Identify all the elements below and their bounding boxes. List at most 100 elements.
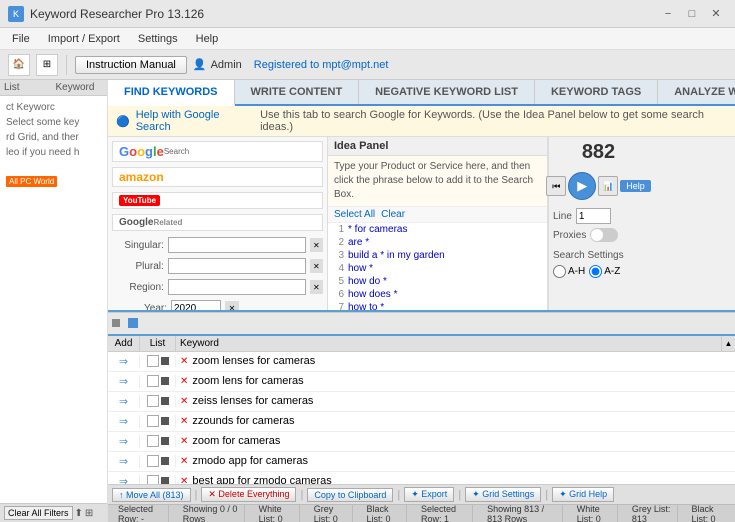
plural-clear-button[interactable]: ✕ [310,259,323,273]
google-related-engine[interactable]: GoogleRelated [112,214,323,231]
cell-add-2: ⇒ [108,395,140,408]
singular-input[interactable] [168,237,306,253]
mini-sq-4 [161,437,169,445]
cell-list-4 [140,435,176,447]
idea-line-1[interactable]: 1 * for cameras [328,223,547,236]
radio-a-h[interactable]: A-H [553,265,585,278]
tab-keyword-tags[interactable]: KEYWORD TAGS [535,80,658,104]
year-input[interactable] [171,300,221,310]
plural-field-row: Plural: ✕ [112,258,323,274]
tab-negative-keyword[interactable]: NEGATIVE KEYWORD LIST [359,80,535,104]
grid-icon-button[interactable]: ⊞ [36,54,58,76]
x-icon-2[interactable]: ✕ [180,396,188,407]
grid-settings-button[interactable]: ✦ Grid Settings [465,487,541,502]
tab-find-keywords[interactable]: FIND KEYWORDS [108,80,235,106]
x-icon-1[interactable]: ✕ [180,376,188,387]
menu-file[interactable]: File [4,31,38,47]
bar-chart-button[interactable]: 📊 [598,176,618,196]
add-arrow-2[interactable]: ⇒ [119,395,128,408]
select-all-link[interactable]: Select All [334,209,375,220]
export-button[interactable]: ✦ Export [404,487,454,502]
cell-list-3 [140,415,176,427]
title-bar-left: K Keyword Researcher Pro 13.126 [8,6,204,22]
x-icon-4[interactable]: ✕ [180,436,188,447]
line-num-4: 4 [328,263,348,274]
checkbox-0[interactable] [147,355,159,367]
checkbox-4[interactable] [147,435,159,447]
expand-icon[interactable]: ⬆ [75,508,83,519]
sidebar-content: ct Keyworc Select some key rd Grid, and … [0,96,107,503]
keyword-text-0: zoom lenses for cameras [192,355,315,367]
keyword-text-3: zzounds for cameras [192,415,294,427]
idea-line-6[interactable]: 6 how does * [328,288,547,301]
idea-line-3[interactable]: 3 build a * in my garden [328,249,547,262]
delete-everything-button[interactable]: ✕ Delete Everything [201,487,296,502]
add-arrow-1[interactable]: ⇒ [119,375,128,388]
add-arrow-5[interactable]: ⇒ [119,455,128,468]
checkbox-2[interactable] [147,395,159,407]
checkbox-3[interactable] [147,415,159,427]
close-button[interactable]: ✕ [705,6,727,22]
maximize-button[interactable]: □ [681,6,703,22]
tab-analyze-webpage[interactable]: ANALYZE WEBPAGE [658,80,735,104]
collapse-icon[interactable]: ⊞ [85,508,93,519]
plural-input[interactable] [168,258,306,274]
line-number-input[interactable] [576,208,611,224]
checkbox-6[interactable] [147,475,159,484]
cell-add-5: ⇒ [108,455,140,468]
clear-link[interactable]: Clear [381,209,405,220]
google-search-engine[interactable]: Google Search [112,141,323,162]
singular-clear-button[interactable]: ✕ [310,238,323,252]
amazon-engine[interactable]: amazon [112,167,323,187]
x-icon-5[interactable]: ✕ [180,456,188,467]
menu-import-export[interactable]: Import / Export [40,31,128,47]
add-arrow-4[interactable]: ⇒ [119,435,128,448]
region-field-row: Region: ✕ [112,279,323,295]
grid-scroll-up[interactable]: ▲ [721,336,735,351]
minimize-button[interactable]: − [657,6,679,22]
sidebar: List Keyword ct Keyworc Select some key … [0,80,108,522]
idea-panel: Idea Panel Type your Product or Service … [328,137,548,310]
move-all-button[interactable]: ↑ Move All (813) [112,488,191,502]
idea-line-2[interactable]: 2 are * [328,236,547,249]
help-description: Use this tab to search Google for Keywor… [260,109,727,133]
menu-settings[interactable]: Settings [130,31,186,47]
radio-a-z[interactable]: A-Z [589,265,620,278]
year-clear-button[interactable]: ✕ [225,301,239,310]
x-icon-6[interactable]: ✕ [180,476,188,485]
checkbox-5[interactable] [147,455,159,467]
radio-a-z-input[interactable] [589,265,602,278]
help-google-search-link[interactable]: Help with Google Search [136,109,254,133]
menu-help[interactable]: Help [188,31,227,47]
idea-line-4[interactable]: 4 how * [328,262,547,275]
help-button[interactable]: Help [620,180,651,192]
clear-all-filters-button[interactable]: Clear All Filters [4,506,73,520]
radio-a-h-input[interactable] [553,265,566,278]
instruction-manual-button[interactable]: Instruction Manual [75,56,187,74]
tab-write-content[interactable]: WRITE CONTENT [235,80,360,104]
x-icon-3[interactable]: ✕ [180,416,188,427]
add-arrow-6[interactable]: ⇒ [119,475,128,485]
play-button[interactable]: ▶ [568,172,596,200]
add-arrow-3[interactable]: ⇒ [119,415,128,428]
checkbox-1[interactable] [147,375,159,387]
proxies-row: Proxies [553,228,644,242]
grid-help-button[interactable]: ✦ Grid Help [552,487,614,502]
idea-line-7[interactable]: 7 how to * [328,301,547,310]
region-clear-button[interactable]: ✕ [310,280,323,294]
add-arrow-0[interactable]: ⇒ [119,355,128,368]
info-bar: Selected Row: - Showing 0 / 0 Rows White… [108,504,735,522]
grid-body: ⇒ ✕ zoom lenses for cameras ⇒ [108,352,735,485]
admin-icon: 👤 [193,58,207,71]
x-icon-0[interactable]: ✕ [180,356,188,367]
rewind-button[interactable]: ⏮ [546,176,566,196]
youtube-engine[interactable]: YouTube [112,192,323,209]
plural-label: Plural: [112,261,164,272]
home-icon-button[interactable]: 🏠 [8,54,30,76]
menu-bar: File Import / Export Settings Help [0,28,735,50]
region-input[interactable] [168,279,306,295]
mini-sq-1 [161,377,169,385]
idea-line-5[interactable]: 5 how do * [328,275,547,288]
copy-clipboard-button[interactable]: Copy to Clipboard [307,488,393,502]
proxies-toggle[interactable] [590,228,618,242]
